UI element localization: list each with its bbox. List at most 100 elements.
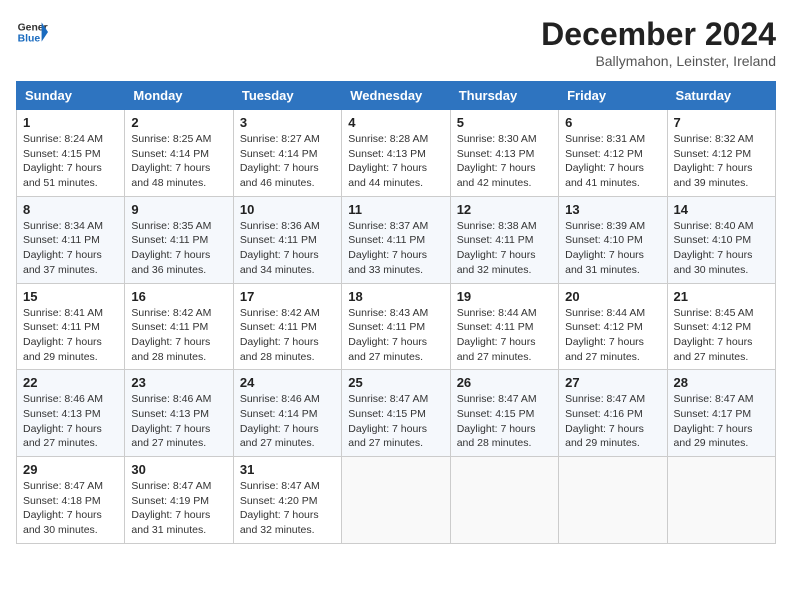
day-number: 8 (23, 202, 118, 217)
day-number: 7 (674, 115, 769, 130)
day-number: 3 (240, 115, 335, 130)
day-detail: Sunrise: 8:47 AMSunset: 4:16 PMDaylight:… (565, 392, 660, 451)
calendar-cell: 13Sunrise: 8:39 AMSunset: 4:10 PMDayligh… (559, 196, 667, 283)
day-number: 24 (240, 375, 335, 390)
calendar-cell: 21 Sunrise: 8:45 AMSunset: 4:12 PMDayligh… (667, 283, 775, 370)
day-number: 19 (457, 289, 552, 304)
day-number: 27 (565, 375, 660, 390)
calendar-cell: 24 Sunrise: 8:46 AMSunset: 4:14 PMDayligh… (233, 370, 341, 457)
day-detail: Sunrise: 8:28 AMSunset: 4:13 PMDaylight:… (348, 132, 443, 191)
calendar-cell: 9 Sunrise: 8:35 AMSunset: 4:11 PMDaylight… (125, 196, 233, 283)
day-number: 22 (23, 375, 118, 390)
day-detail: Sunrise: 8:38 AMSunset: 4:11 PMDaylight:… (457, 219, 552, 278)
day-number: 17 (240, 289, 335, 304)
calendar-cell: 6 Sunrise: 8:31 AMSunset: 4:12 PMDaylight… (559, 110, 667, 197)
title-block: December 2024 Ballymahon, Leinster, Irel… (541, 16, 776, 69)
calendar-cell: 25 Sunrise: 8:47 AMSunset: 4:15 PMDayligh… (342, 370, 450, 457)
calendar-cell: 26 Sunrise: 8:47 AMSunset: 4:15 PMDayligh… (450, 370, 558, 457)
calendar-cell: 30 Sunrise: 8:47 AMSunset: 4:19 PMDayligh… (125, 457, 233, 544)
day-number: 30 (131, 462, 226, 477)
day-detail: Sunrise: 8:34 AMSunset: 4:11 PMDaylight:… (23, 219, 118, 278)
day-number: 20 (565, 289, 660, 304)
day-detail: Sunrise: 8:37 AMSunset: 4:11 PMDaylight:… (348, 219, 443, 278)
header-row: SundayMondayTuesdayWednesdayThursdayFrid… (17, 82, 776, 110)
day-detail: Sunrise: 8:47 AMSunset: 4:15 PMDaylight:… (348, 392, 443, 451)
calendar-cell (667, 457, 775, 544)
calendar-cell: 3Sunrise: 8:27 AMSunset: 4:14 PMDaylight… (233, 110, 341, 197)
day-number: 1 (23, 115, 118, 130)
calendar-cell: 23Sunrise: 8:46 AMSunset: 4:13 PMDayligh… (125, 370, 233, 457)
calendar-cell: 18Sunrise: 8:43 AMSunset: 4:11 PMDayligh… (342, 283, 450, 370)
logo: General Blue (16, 16, 48, 48)
calendar-cell: 15 Sunrise: 8:41 AMSunset: 4:11 PMDayligh… (17, 283, 125, 370)
day-detail: Sunrise: 8:40 AMSunset: 4:10 PMDaylight:… (674, 219, 769, 278)
day-detail: Sunrise: 8:41 AMSunset: 4:11 PMDaylight:… (23, 306, 118, 365)
calendar-body: 1 Sunrise: 8:24 AMSunset: 4:15 PMDaylight… (17, 110, 776, 544)
calendar-cell: 8 Sunrise: 8:34 AMSunset: 4:11 PMDaylight… (17, 196, 125, 283)
day-number: 25 (348, 375, 443, 390)
calendar-cell (559, 457, 667, 544)
day-number: 2 (131, 115, 226, 130)
day-number: 31 (240, 462, 335, 477)
calendar-cell (342, 457, 450, 544)
day-number: 26 (457, 375, 552, 390)
calendar-cell: 17Sunrise: 8:42 AMSunset: 4:11 PMDayligh… (233, 283, 341, 370)
header-day-friday: Friday (559, 82, 667, 110)
day-number: 9 (131, 202, 226, 217)
calendar-cell: 11Sunrise: 8:37 AMSunset: 4:11 PMDayligh… (342, 196, 450, 283)
week-row-5: 29Sunrise: 8:47 AMSunset: 4:18 PMDayligh… (17, 457, 776, 544)
day-detail: Sunrise: 8:46 AMSunset: 4:13 PMDaylight:… (131, 392, 226, 451)
day-detail: Sunrise: 8:45 AMSunset: 4:12 PMDaylight:… (674, 306, 769, 365)
day-detail: Sunrise: 8:42 AMSunset: 4:11 PMDaylight:… (131, 306, 226, 365)
day-number: 14 (674, 202, 769, 217)
day-detail: Sunrise: 8:35 AMSunset: 4:11 PMDaylight:… (131, 219, 226, 278)
day-detail: Sunrise: 8:43 AMSunset: 4:11 PMDaylight:… (348, 306, 443, 365)
calendar-cell: 10 Sunrise: 8:36 AMSunset: 4:11 PMDayligh… (233, 196, 341, 283)
calendar-cell: 5 Sunrise: 8:30 AMSunset: 4:13 PMDaylight… (450, 110, 558, 197)
header-day-sunday: Sunday (17, 82, 125, 110)
calendar-cell: 27 Sunrise: 8:47 AMSunset: 4:16 PMDayligh… (559, 370, 667, 457)
day-detail: Sunrise: 8:25 AMSunset: 4:14 PMDaylight:… (131, 132, 226, 191)
day-number: 5 (457, 115, 552, 130)
day-detail: Sunrise: 8:47 AMSunset: 4:18 PMDaylight:… (23, 479, 118, 538)
day-detail: Sunrise: 8:31 AMSunset: 4:12 PMDaylight:… (565, 132, 660, 191)
day-detail: Sunrise: 8:47 AMSunset: 4:17 PMDaylight:… (674, 392, 769, 451)
day-detail: Sunrise: 8:46 AMSunset: 4:14 PMDaylight:… (240, 392, 335, 451)
logo-icon: General Blue (16, 16, 48, 48)
day-detail: Sunrise: 8:47 AMSunset: 4:15 PMDaylight:… (457, 392, 552, 451)
day-number: 21 (674, 289, 769, 304)
day-number: 4 (348, 115, 443, 130)
day-detail: Sunrise: 8:30 AMSunset: 4:13 PMDaylight:… (457, 132, 552, 191)
header-day-tuesday: Tuesday (233, 82, 341, 110)
calendar-cell: 31 Sunrise: 8:47 AMSunset: 4:20 PMDayligh… (233, 457, 341, 544)
day-number: 10 (240, 202, 335, 217)
main-title: December 2024 (541, 16, 776, 53)
header-day-saturday: Saturday (667, 82, 775, 110)
day-number: 13 (565, 202, 660, 217)
calendar-cell: 29Sunrise: 8:47 AMSunset: 4:18 PMDayligh… (17, 457, 125, 544)
calendar-cell: 20Sunrise: 8:44 AMSunset: 4:12 PMDayligh… (559, 283, 667, 370)
calendar-header: SundayMondayTuesdayWednesdayThursdayFrid… (17, 82, 776, 110)
day-number: 15 (23, 289, 118, 304)
day-number: 6 (565, 115, 660, 130)
calendar-cell: 28 Sunrise: 8:47 AMSunset: 4:17 PMDayligh… (667, 370, 775, 457)
header-day-wednesday: Wednesday (342, 82, 450, 110)
day-detail: Sunrise: 8:46 AMSunset: 4:13 PMDaylight:… (23, 392, 118, 451)
subtitle: Ballymahon, Leinster, Ireland (541, 53, 776, 69)
day-number: 28 (674, 375, 769, 390)
day-detail: Sunrise: 8:24 AMSunset: 4:15 PMDaylight:… (23, 132, 118, 191)
day-detail: Sunrise: 8:47 AMSunset: 4:20 PMDaylight:… (240, 479, 335, 538)
day-detail: Sunrise: 8:47 AMSunset: 4:19 PMDaylight:… (131, 479, 226, 538)
calendar-cell: 22 Sunrise: 8:46 AMSunset: 4:13 PMDayligh… (17, 370, 125, 457)
week-row-4: 22 Sunrise: 8:46 AMSunset: 4:13 PMDayligh… (17, 370, 776, 457)
day-detail: Sunrise: 8:36 AMSunset: 4:11 PMDaylight:… (240, 219, 335, 278)
week-row-1: 1 Sunrise: 8:24 AMSunset: 4:15 PMDaylight… (17, 110, 776, 197)
day-number: 12 (457, 202, 552, 217)
calendar-cell (450, 457, 558, 544)
calendar-cell: 12 Sunrise: 8:38 AMSunset: 4:11 PMDayligh… (450, 196, 558, 283)
page-header: General Blue December 2024 Ballymahon, L… (16, 16, 776, 69)
calendar-cell: 4 Sunrise: 8:28 AMSunset: 4:13 PMDaylight… (342, 110, 450, 197)
calendar-cell: 7Sunrise: 8:32 AMSunset: 4:12 PMDaylight… (667, 110, 775, 197)
calendar-cell: 19Sunrise: 8:44 AMSunset: 4:11 PMDayligh… (450, 283, 558, 370)
svg-text:Blue: Blue (18, 34, 41, 45)
